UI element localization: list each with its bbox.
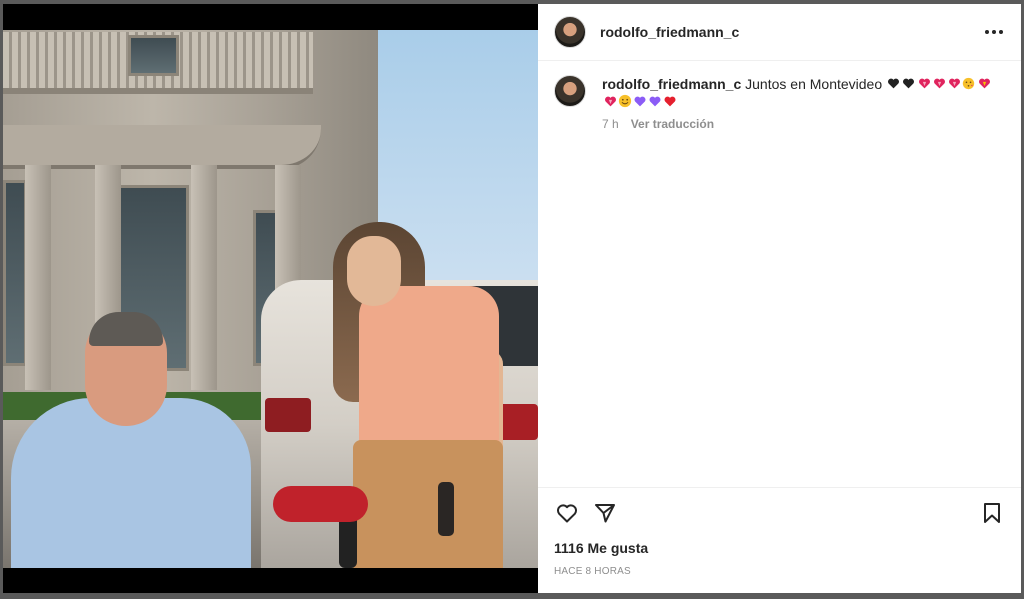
more-options-button[interactable] <box>981 22 1007 42</box>
photo-scooter <box>273 486 368 522</box>
action-bar <box>554 498 1005 528</box>
author-avatar[interactable] <box>554 16 586 48</box>
post-side-panel: rodolfo_friedmann_c rodolfo_friedmann_c … <box>538 4 1021 593</box>
heart-exclamation-icon <box>947 76 960 89</box>
heart-exclamation-icon <box>932 76 945 89</box>
more-horizontal-icon <box>985 30 989 34</box>
post-photo[interactable] <box>3 30 538 568</box>
likes-count[interactable]: 1116 Me gusta <box>554 540 1005 556</box>
post-timestamp[interactable]: HACE 8 HORAS <box>554 566 1005 577</box>
caption-comment: rodolfo_friedmann_c Juntos en Montevideo… <box>554 75 1005 131</box>
black-heart-icon <box>902 76 915 89</box>
save-button[interactable] <box>979 500 1005 526</box>
black-heart-icon <box>887 76 900 89</box>
comments-section: rodolfo_friedmann_c Juntos en Montevideo… <box>538 61 1021 487</box>
heart-exclamation-icon <box>977 76 990 89</box>
purple-heart-icon <box>633 94 646 107</box>
caption-message: Juntos en Montevideo <box>745 76 883 92</box>
translate-link[interactable]: Ver traducción <box>631 117 714 131</box>
share-button[interactable] <box>592 500 618 526</box>
heart-outline-icon <box>557 504 577 523</box>
photo-woman <box>347 236 401 306</box>
caption-emojis-line1 <box>886 76 991 92</box>
author-username[interactable]: rodolfo_friedmann_c <box>600 24 739 40</box>
post-header: rodolfo_friedmann_c <box>538 4 1021 61</box>
caption-username[interactable]: rodolfo_friedmann_c <box>602 76 741 92</box>
kissing-face-icon <box>962 76 975 90</box>
like-button[interactable] <box>554 500 580 526</box>
red-heart-icon <box>663 94 676 107</box>
caption-avatar[interactable] <box>554 75 586 107</box>
purple-heart-icon <box>648 94 661 107</box>
heart-exclamation-icon <box>603 94 616 107</box>
paper-plane-icon <box>595 504 615 523</box>
caption-emojis-line2 <box>602 94 677 110</box>
comment-age: 7 h <box>602 117 619 131</box>
heart-exclamation-icon <box>917 76 930 89</box>
bookmark-icon <box>984 503 1000 523</box>
post-actions: 1116 Me gusta HACE 8 HORAS <box>538 487 1021 593</box>
smiling-face-icon <box>618 94 632 108</box>
caption-text: rodolfo_friedmann_c Juntos en Montevideo <box>602 75 992 111</box>
post-modal: rodolfo_friedmann_c rodolfo_friedmann_c … <box>3 4 1021 593</box>
post-media[interactable] <box>3 4 538 593</box>
caption-meta: 7 h Ver traducción <box>602 117 992 131</box>
